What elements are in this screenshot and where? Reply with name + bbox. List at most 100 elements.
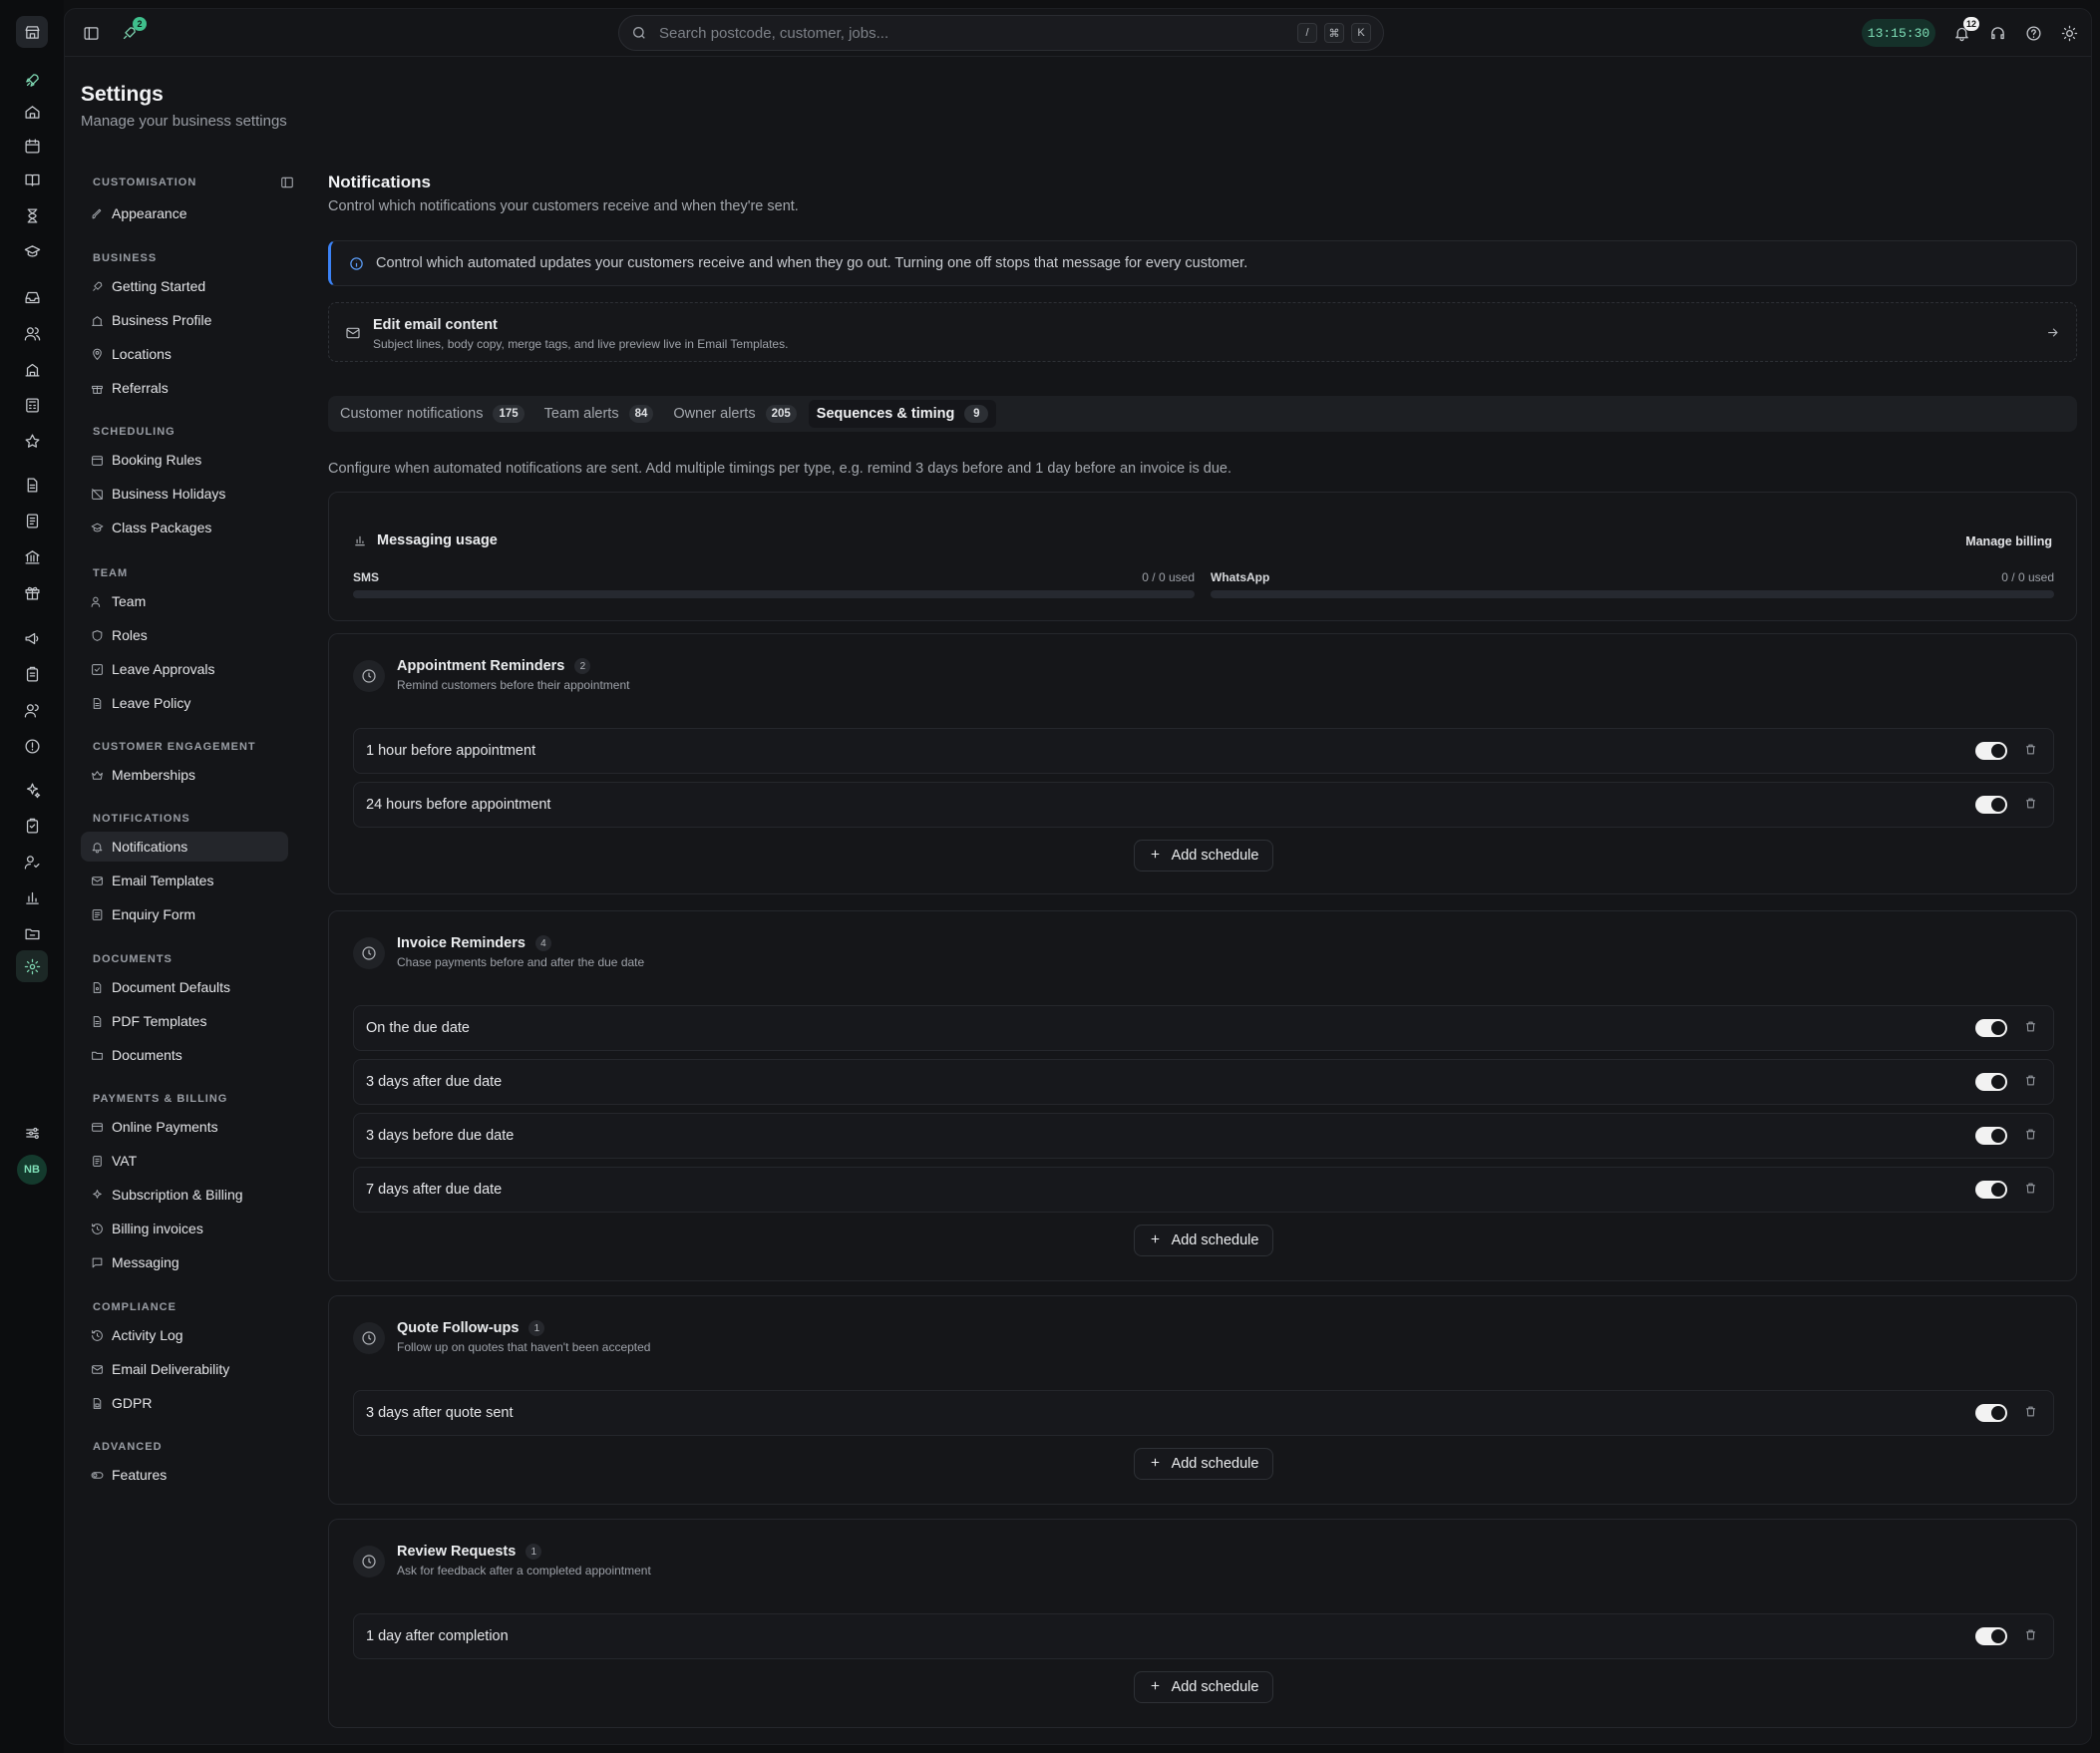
- theme-sun-icon[interactable]: [2055, 19, 2083, 47]
- manage-billing-link[interactable]: Manage billing: [1965, 534, 2052, 548]
- people-icon[interactable]: [16, 694, 48, 726]
- nav-item-appearance[interactable]: Appearance: [81, 198, 288, 228]
- add-schedule-button[interactable]: Add schedule: [1134, 1225, 1273, 1256]
- add-schedule-label: Add schedule: [1171, 1232, 1259, 1248]
- add-schedule-button[interactable]: Add schedule: [1134, 840, 1273, 872]
- toggle-knob: [1991, 1183, 2005, 1197]
- sidebar-toggle-icon[interactable]: [77, 19, 105, 47]
- nav-item-activity-log[interactable]: Activity Log: [81, 1320, 288, 1350]
- book-icon[interactable]: [16, 164, 48, 195]
- gift-icon[interactable]: [16, 576, 48, 608]
- alert-circle-icon[interactable]: [16, 730, 48, 762]
- tab-customer-notifications[interactable]: Customer notifications 175: [332, 400, 532, 428]
- bell-icon[interactable]: 12: [1947, 17, 1979, 47]
- clock[interactable]: 13:15:30: [1862, 19, 1935, 47]
- users-icon[interactable]: [16, 317, 48, 349]
- nav-item-email-deliverability[interactable]: Email Deliverability: [81, 1354, 288, 1384]
- clipboard-icon[interactable]: [16, 658, 48, 690]
- tab-owner-alerts[interactable]: Owner alerts 205: [665, 400, 804, 428]
- schedule-toggle[interactable]: [1975, 1019, 2007, 1037]
- hourglass-icon[interactable]: [16, 199, 48, 231]
- bank-icon[interactable]: [16, 540, 48, 572]
- trash-icon[interactable]: [2024, 1405, 2037, 1423]
- sparkles-icon[interactable]: [16, 774, 48, 806]
- nav-item-label: Enquiry Form: [112, 906, 196, 922]
- trash-icon[interactable]: [2024, 1074, 2037, 1092]
- nav-group-documents: DOCUMENTS: [93, 953, 173, 965]
- home-icon[interactable]: [16, 96, 48, 128]
- nav-item-notifications[interactable]: Notifications: [81, 832, 288, 862]
- sliders-icon[interactable]: [16, 1117, 48, 1149]
- nav-item-pdf-templates[interactable]: PDF Templates: [81, 1006, 288, 1036]
- nav-item-leave-policy[interactable]: Leave Policy: [81, 688, 288, 718]
- trash-icon[interactable]: [2024, 1182, 2037, 1200]
- bar-chart-icon[interactable]: [16, 881, 48, 913]
- nav-item-features[interactable]: Features: [81, 1460, 288, 1490]
- trash-icon[interactable]: [2024, 1628, 2037, 1646]
- nav-item-class-packages[interactable]: Class Packages: [81, 513, 288, 542]
- nav-item-memberships[interactable]: Memberships: [81, 760, 288, 790]
- user-check-icon[interactable]: [16, 846, 48, 877]
- schedule-toggle[interactable]: [1975, 1127, 2007, 1145]
- nav-item-email-templates[interactable]: Email Templates: [81, 866, 288, 895]
- nav-item-gdpr[interactable]: GDPR: [81, 1388, 288, 1418]
- nav-item-document-defaults[interactable]: Document Defaults: [81, 972, 288, 1002]
- rocket-icon[interactable]: [16, 64, 48, 96]
- graduation-icon[interactable]: [16, 235, 48, 267]
- trash-icon[interactable]: [2024, 743, 2037, 761]
- nav-item-subscription-billing[interactable]: Subscription & Billing: [81, 1180, 288, 1210]
- schedule-toggle[interactable]: [1975, 1627, 2007, 1645]
- invoice-icon[interactable]: [16, 505, 48, 536]
- nav-item-referrals[interactable]: Referrals: [81, 373, 288, 403]
- schedule-toggle[interactable]: [1975, 1073, 2007, 1091]
- nav-item-getting-started[interactable]: Getting Started: [81, 271, 288, 301]
- nav-item-team[interactable]: Team: [81, 586, 288, 616]
- nav-item-label: Class Packages: [112, 520, 212, 535]
- settings-gear-icon[interactable]: [16, 950, 48, 982]
- nav-item-locations[interactable]: Locations: [81, 339, 288, 369]
- nav-item-roles[interactable]: Roles: [81, 620, 288, 650]
- schedule-toggle[interactable]: [1975, 796, 2007, 814]
- nav-item-messaging[interactable]: Messaging: [81, 1247, 288, 1277]
- trash-icon[interactable]: [2024, 797, 2037, 815]
- document-icon[interactable]: [16, 469, 48, 501]
- nav-item-enquiry-form[interactable]: Enquiry Form: [81, 899, 288, 929]
- nav-item-business-holidays[interactable]: Business Holidays: [81, 479, 288, 509]
- nav-item-label: GDPR: [112, 1395, 153, 1411]
- headset-icon[interactable]: [1983, 19, 2011, 47]
- store-icon[interactable]: [16, 16, 48, 48]
- nav-item-booking-rules[interactable]: Booking Rules: [81, 445, 288, 475]
- megaphone-icon[interactable]: [16, 622, 48, 654]
- calendar-icon[interactable]: [16, 130, 48, 162]
- edit-email-content-link[interactable]: Edit email content Subject lines, body c…: [328, 302, 2077, 362]
- meter-track: [353, 590, 1195, 598]
- trash-icon[interactable]: [2024, 1128, 2037, 1146]
- trash-icon[interactable]: [2024, 1020, 2037, 1038]
- schedule-toggle[interactable]: [1975, 1404, 2007, 1422]
- nav-item-billing-invoices[interactable]: Billing invoices: [81, 1214, 288, 1243]
- schedule-toggle[interactable]: [1975, 1181, 2007, 1199]
- schedule-label: 1 hour before appointment: [366, 743, 536, 759]
- star-icon[interactable]: [16, 425, 48, 457]
- nav-item-documents[interactable]: Documents: [81, 1040, 288, 1070]
- nav-item-vat[interactable]: VAT: [81, 1146, 288, 1176]
- nav-item-online-payments[interactable]: Online Payments: [81, 1112, 288, 1142]
- help-icon[interactable]: [2019, 19, 2047, 47]
- schedule-toggle[interactable]: [1975, 742, 2007, 760]
- building-icon[interactable]: [16, 353, 48, 385]
- tab-sequences-timing[interactable]: Sequences & timing 9: [808, 400, 997, 428]
- section-count: 1: [525, 1544, 542, 1560]
- search-input[interactable]: Search postcode, customer, jobs... / ⌘ K: [618, 15, 1384, 51]
- folder-icon[interactable]: [16, 917, 48, 949]
- add-schedule-button[interactable]: Add schedule: [1134, 1671, 1273, 1703]
- nav-item-business-profile[interactable]: Business Profile: [81, 305, 288, 335]
- checklist-icon[interactable]: [16, 810, 48, 842]
- nav-item-leave-approvals[interactable]: Leave Approvals: [81, 654, 288, 684]
- rocket-icon[interactable]: 2: [115, 17, 147, 47]
- avatar[interactable]: NB: [17, 1155, 47, 1185]
- collapse-panel-icon[interactable]: [280, 175, 294, 194]
- calculator-icon[interactable]: [16, 389, 48, 421]
- inbox-icon[interactable]: [16, 281, 48, 313]
- add-schedule-button[interactable]: Add schedule: [1134, 1448, 1273, 1480]
- tab-team-alerts[interactable]: Team alerts 84: [536, 400, 662, 428]
